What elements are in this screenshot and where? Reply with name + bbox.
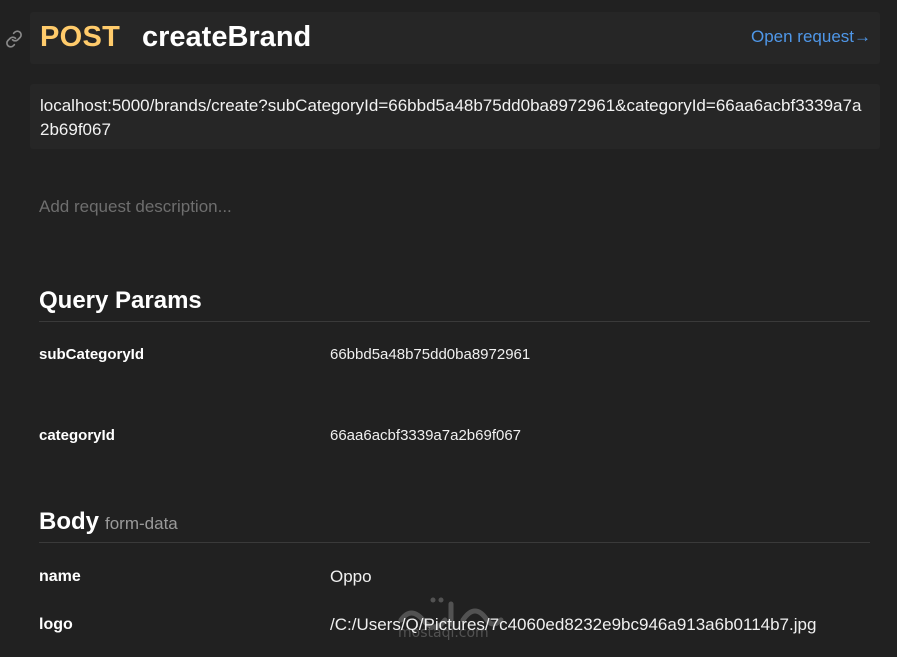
query-params-title-text: Query Params (39, 287, 202, 314)
body-param-value: Oppo (330, 567, 372, 586)
request-name: createBrand (142, 21, 312, 53)
query-param-key: subCategoryId (39, 346, 145, 363)
body-title-text: Body (39, 508, 99, 535)
query-param-value: 66aa6acbf3339a7a2b69f067 (330, 427, 522, 444)
body-divider (39, 542, 870, 543)
body-type: form-data (105, 514, 178, 533)
body-title: Body form-data (39, 508, 178, 536)
link-icon[interactable] (5, 30, 23, 48)
query-params-divider (39, 321, 870, 322)
query-params-title: Query Params (39, 287, 202, 315)
watermark-text: mostaql.com (398, 625, 489, 641)
request-method: POST (40, 21, 121, 53)
query-param-key: categoryId (39, 427, 115, 444)
request-url[interactable]: localhost:5000/brands/create?subCategory… (30, 84, 880, 149)
body-param-key: logo (39, 616, 73, 633)
open-request-link[interactable]: Open request→ (751, 27, 871, 47)
query-param-value: 66bbd5a48b75dd0ba8972961 (330, 346, 531, 363)
request-description-placeholder[interactable]: Add request description... (39, 197, 232, 217)
body-param-key: name (39, 568, 81, 585)
request-header: POST createBrand Open request→ (30, 12, 880, 64)
